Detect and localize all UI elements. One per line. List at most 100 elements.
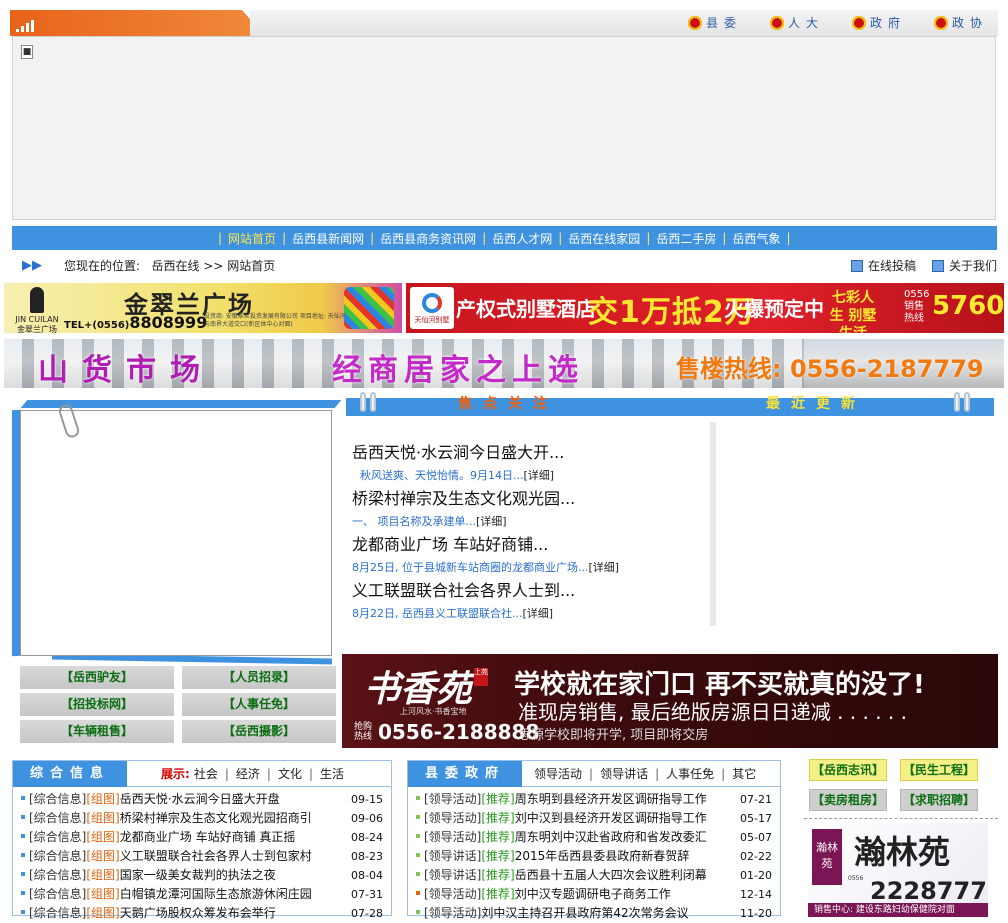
- ad-banner-mountain-market[interactable]: 山货市场 经商居家之上选 售楼热线: 0556-2187779: [4, 339, 1004, 388]
- banner-text-1: 产权式别墅酒店: [456, 297, 596, 321]
- signal-icon: [16, 18, 38, 32]
- nav-item-news[interactable]: 岳西县新闻网: [292, 230, 364, 247]
- detail-link[interactable]: [详细]: [476, 515, 507, 528]
- focus-item[interactable]: 岳西天悦·水云涧今日盛大开... 秋风送爽、天悦怡情。9月14日...[详细]: [348, 442, 710, 488]
- quick-link-recruitment[interactable]: 【人员招录】: [182, 666, 336, 689]
- filter-society[interactable]: 社会: [194, 761, 218, 787]
- side-link-housing[interactable]: 【卖房租房】: [809, 789, 887, 811]
- side-link-jobs[interactable]: 【求职招聘】: [900, 789, 978, 811]
- banner-text-1: 山货市场: [38, 353, 214, 388]
- nav-item-home-community[interactable]: 岳西在线家园: [568, 230, 640, 247]
- focus-heading: 焦点关注: [458, 396, 558, 412]
- about-us-link[interactable]: 关于我们: [931, 257, 997, 274]
- focus-item[interactable]: 桥梁村禅宗及生态文化观光园... 一、 项目名称及承建单...[详细]: [348, 488, 710, 534]
- display-label: 展示:: [161, 767, 190, 781]
- filter-appointments[interactable]: 人事任免: [666, 761, 714, 787]
- list-item[interactable]: [领导活动][推荐]周东明刘中汉赴省政府和省发改委汇 05-07: [408, 828, 780, 847]
- general-info-list: [综合信息][组图]岳西天悦·水云涧今日盛大开盘 09-15 [综合信息][组图]…: [13, 787, 391, 923]
- county-government-panel: 县委政府 领导活动 | 领导讲话 | 人事任免 | 其它 [领导活动][推荐]周东明到…: [407, 760, 781, 920]
- banner-phone: TEL+(0556)8808999: [64, 313, 208, 332]
- list-item[interactable]: [综合信息][组图]白帽镇龙潭河国际生态旅游休闲庄园 07-31: [13, 885, 391, 904]
- main-nav: | 网站首页 | 岳西县新闻网 | 岳西县商务资讯网 | 岳西人才网 | 岳西在…: [12, 226, 997, 250]
- ad-banner-shuxiangyuan[interactable]: 书香苑 上苑 上河风水·书香宝地 抢购热线 0556-2188888 学校就在家…: [342, 654, 998, 748]
- cppcc-emblem-icon: [933, 15, 948, 30]
- double-arrow-icon: ▶▶: [22, 257, 42, 273]
- list-item[interactable]: [综合信息][组图]龙都商业广场 车站好商铺 真正摇 08-24: [13, 828, 391, 847]
- list-item[interactable]: [综合信息][组图]桥梁村禅宗及生态文化观光园招商引 09-06: [13, 809, 391, 828]
- toplink-cppcc[interactable]: 政协: [933, 14, 988, 31]
- ring-logo-icon: [422, 293, 442, 313]
- photo-frame: [12, 398, 342, 665]
- breadcrumb-site[interactable]: 岳西在线: [152, 259, 200, 273]
- banner-text-3: 火爆预定中: [724, 297, 824, 321]
- nav-item-talent[interactable]: 岳西人才网: [492, 230, 552, 247]
- quick-link-hiking[interactable]: 【岳西驴友】: [20, 666, 174, 689]
- ad-phone: 0556-2188888: [378, 720, 540, 744]
- list-item[interactable]: [综合信息][组图]国家一级美女裁判的执法之夜 08-04: [13, 866, 391, 885]
- binder-rings-icon: [954, 392, 976, 412]
- banner-phone: 5760111: [932, 291, 1004, 321]
- banner-text-2: 经商居家之上选: [332, 353, 584, 388]
- side-link-chronicle[interactable]: 【岳西志讯】: [809, 759, 887, 781]
- nav-item-home[interactable]: 网站首页: [228, 230, 276, 247]
- flash-banner-area: ■: [12, 36, 996, 220]
- jincuilan-logo: JIN CUILAN 金翠兰广场: [12, 287, 62, 333]
- list-item[interactable]: [综合信息][组图]岳西天悦·水云涧今日盛大开盘 09-15: [13, 790, 391, 809]
- colored-cubes-graphic: [344, 287, 394, 329]
- nav-item-weather[interactable]: 岳西气象: [732, 230, 780, 247]
- list-item[interactable]: [领导活动]刘中汉主持召开县政府第42次常务会议 11-20: [408, 904, 780, 923]
- top-links: 县委 人大 政府 政协: [687, 14, 988, 31]
- toplink-government[interactable]: 政府: [851, 14, 906, 31]
- list-item[interactable]: [综合信息][组图]天鹅广场股权众筹发布会举行 07-28: [13, 904, 391, 923]
- red-seal: 上苑: [474, 668, 488, 686]
- submit-icon: [850, 260, 863, 272]
- ad-banner-jincuilan[interactable]: JIN CUILAN 金翠兰广场 金翠兰广场 TEL+(0556)8808999 …: [4, 283, 402, 333]
- nav-item-business[interactable]: 岳西县商务资讯网: [380, 230, 476, 247]
- location-label: 您现在的位置:: [64, 258, 141, 273]
- filter-economy[interactable]: 经济: [236, 761, 260, 787]
- filter-other[interactable]: 其它: [732, 761, 756, 787]
- list-item[interactable]: [领导活动][推荐]刘中汉到县经济开发区调研指导工作 05-17: [408, 809, 780, 828]
- filter-culture[interactable]: 文化: [278, 761, 302, 787]
- detail-link[interactable]: [详细]: [524, 469, 555, 482]
- list-item[interactable]: [领导讲话][推荐]岳西县十五届人大四次会议胜利闭幕 01-20: [408, 866, 780, 885]
- banner-hotline-label: 0556 销售热线: [904, 289, 930, 324]
- detail-link[interactable]: [详细]: [588, 561, 619, 574]
- top-orange-strip: [10, 10, 265, 36]
- focus-list: 岳西天悦·水云涧今日盛大开... 秋风送爽、天悦怡情。9月14日...[详细] …: [348, 422, 716, 626]
- filter-leader-activities[interactable]: 领导活动: [534, 761, 582, 787]
- national-emblem-icon: [769, 15, 784, 30]
- focus-item[interactable]: 义工联盟联合社会各界人士到... 8月22日, 岳西县义工联盟联合社...[详细…: [348, 580, 710, 626]
- quick-link-bidding[interactable]: 【招投标网】: [20, 693, 174, 716]
- quick-link-vehicles[interactable]: 【车辆租售】: [20, 720, 174, 743]
- list-item[interactable]: [领导活动][推荐]刘中汉专题调研电子商务工作 12-14: [408, 885, 780, 904]
- breadcrumb-separator: >>: [203, 258, 224, 273]
- lantern-icon: [30, 287, 44, 313]
- list-item[interactable]: [领导讲话][推荐]2015年岳西县委县政府新春贺辞 02-22: [408, 847, 780, 866]
- filter-life[interactable]: 生活: [320, 761, 344, 787]
- filter-leader-speeches[interactable]: 领导讲话: [600, 761, 648, 787]
- tab-county-government[interactable]: 县委政府: [408, 761, 522, 787]
- nav-item-second-hand-house[interactable]: 岳西二手房: [656, 230, 716, 247]
- quick-links: 【岳西驴友】 【人员招录】 【招投标网】 【人事任免】 【车辆租售】 【岳西摄影…: [20, 666, 336, 746]
- top-bar: 县委 人大 政府 政协: [10, 10, 998, 36]
- submit-article-link[interactable]: 在线投稿: [850, 257, 916, 274]
- shuxiangyuan-logo: 书香苑: [364, 668, 473, 710]
- ad-hanlinyuan[interactable]: 瀚林苑 瀚林苑 0556 2228777 销售中心: 建设东路妇幼保健院对面: [804, 818, 998, 917]
- detail-link[interactable]: [详细]: [522, 607, 553, 620]
- list-item[interactable]: [综合信息][组图]义工联盟联合社会各界人士到包家村 08-23: [13, 847, 391, 866]
- focus-panel: 焦点关注 最近更新 岳西天悦·水云涧今日盛大开... 秋风送爽、天悦怡情。9月1…: [346, 392, 994, 628]
- quick-link-photography[interactable]: 【岳西摄影】: [182, 720, 336, 743]
- ad-phone: 2228777: [870, 877, 987, 905]
- villa-logo: 天仙河别墅: [410, 287, 454, 329]
- toplink-county-committee[interactable]: 县委: [687, 14, 742, 31]
- ad-banner-villa-hotel[interactable]: 天仙河别墅 产权式别墅酒店 交1万抵2万 火爆预定中 七彩人生 别墅生活 055…: [406, 283, 1004, 333]
- quick-link-appointments[interactable]: 【人事任免】: [182, 693, 336, 716]
- side-link-livelihood[interactable]: 【民生工程】: [900, 759, 978, 781]
- focus-item[interactable]: 龙都商业广场 车站好商铺... 8月25日, 位于县城新车站商圈的龙都商业广场.…: [348, 534, 710, 580]
- photo-slideshow[interactable]: [20, 410, 332, 656]
- list-item[interactable]: [领导活动][推荐]周东明到县经济开发区调研指导工作 07-21: [408, 790, 780, 809]
- toplink-peoples-congress[interactable]: 人大: [769, 14, 824, 31]
- tab-general-info[interactable]: 综合信息: [13, 761, 127, 787]
- recent-updates-list: [722, 422, 994, 626]
